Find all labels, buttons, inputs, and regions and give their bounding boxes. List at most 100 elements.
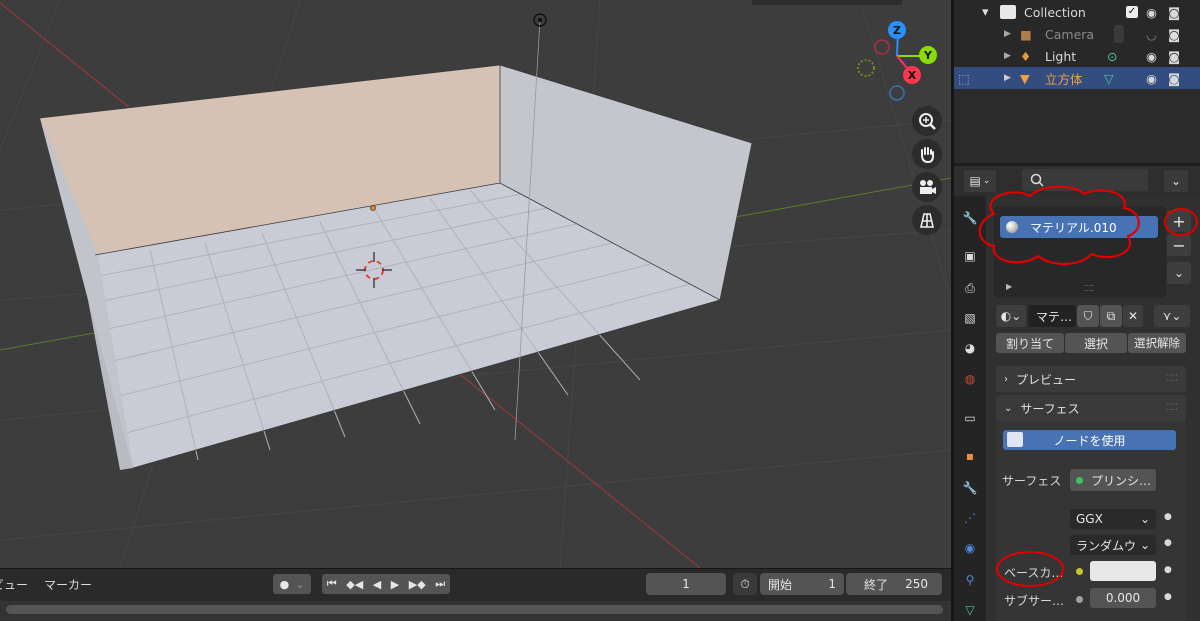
search-input[interactable] <box>1022 169 1148 191</box>
gizmo-y-ball[interactable]: Y <box>919 46 937 64</box>
physics-tab-icon[interactable]: ◉ <box>958 536 982 560</box>
jump-end-icon[interactable]: ⏭ <box>435 577 445 591</box>
chevron-down-icon: ⌄ <box>1139 538 1150 552</box>
add-material-slot-button[interactable]: + <box>1167 210 1191 232</box>
subsurface-value-field[interactable]: 0.000 <box>1090 588 1156 608</box>
stopwatch-icon[interactable]: ⏱ <box>733 573 757 595</box>
camera-render-icon[interactable]: ◙ <box>1168 49 1180 64</box>
browse-material-button[interactable]: ◐⌄ <box>996 305 1026 327</box>
surface-shader-field[interactable]: プリンシ… <box>1070 469 1156 491</box>
link-type-dropdown[interactable]: ⋎⌄ <box>1154 305 1190 327</box>
camera-render-icon[interactable]: ◙ <box>1168 27 1180 42</box>
3d-viewport[interactable]: Z Y X <box>0 0 951 568</box>
collection-tab-icon[interactable]: ▭ <box>958 406 982 430</box>
frame-end-value: 250 <box>905 577 928 591</box>
camera-render-icon[interactable]: ◙ <box>1168 5 1180 20</box>
resize-handle-icon[interactable]: ⁚⁚⁚⁚ <box>1084 284 1094 293</box>
frame-end-field[interactable]: 終了 250 <box>846 573 942 595</box>
play-icon[interactable]: ▶ <box>391 578 399 591</box>
camera-render-icon[interactable]: ◙ <box>1168 71 1180 86</box>
outliner-row-collection[interactable]: ▾ Collection ✓ ◉ ◙ <box>954 1 1200 23</box>
material-browse-icon: ◐⌄ <box>1000 309 1022 323</box>
render-tab-icon[interactable]: ▣ <box>958 244 982 268</box>
prev-keyframe-icon[interactable]: ◆◀ <box>346 578 363 591</box>
hand-pan-icon <box>921 147 934 163</box>
zoom-button[interactable] <box>912 106 942 136</box>
outliner-row-light[interactable]: ▶ ♦ Light ⊙ ◉ ◙ <box>954 45 1200 67</box>
eye-icon[interactable]: ◉ <box>1146 5 1157 20</box>
slot-specials-button[interactable]: ⌄ <box>1167 262 1191 284</box>
material-slot-list[interactable]: マテリアル.010 ▶ ⁚⁚⁚⁚ <box>994 206 1166 298</box>
play-reverse-icon[interactable]: ◀ <box>373 578 381 591</box>
drag-handle-icon[interactable]: ⁚⁚⁚⁚ <box>1167 374 1178 384</box>
constraint-tab-icon[interactable]: ⚲ <box>958 568 982 592</box>
next-keyframe-icon[interactable]: ▶◆ <box>409 578 426 591</box>
material-slot-item[interactable]: マテリアル.010 <box>1000 216 1158 238</box>
eye-closed-icon[interactable]: ◡ <box>1146 27 1157 42</box>
scene-canvas[interactable] <box>0 0 951 568</box>
duplicate-material-button[interactable]: ⧉ <box>1100 305 1122 327</box>
preview-panel-header[interactable]: › プレビュー ⁚⁚⁚⁚ <box>996 366 1186 392</box>
disclosure-open-icon[interactable]: ▾ <box>982 5 989 20</box>
distribution-dropdown[interactable]: GGX ⌄ <box>1070 509 1156 529</box>
record-icon: ● <box>279 577 290 591</box>
auto-keying-toggle[interactable]: ● ⌄ <box>273 574 311 594</box>
current-frame-field[interactable]: 1 <box>646 573 726 595</box>
disclosure-closed-icon[interactable]: ▶ <box>1004 73 1011 83</box>
value-socket-icon[interactable] <box>1076 596 1083 603</box>
editor-type-button[interactable]: ▤ ⌄ <box>964 170 996 192</box>
scene-tab-icon[interactable]: ◕ <box>958 336 982 360</box>
deselect-button[interactable]: 選択解除 <box>1128 333 1186 353</box>
frame-start-field[interactable]: 開始 1 <box>760 573 844 595</box>
timeline[interactable]: ビュー マーカー ●⌄ ⏮ ◆◀ ◀ ▶ ▶◆ ⏭ 1 ⏱ 開始 1 終了 25… <box>0 568 951 621</box>
tool-tab-icon[interactable]: 🔧 <box>958 206 982 230</box>
modifier-tab-icon[interactable]: 🔧 <box>958 476 982 500</box>
camera-object-icon: ■ <box>1020 26 1032 42</box>
world-tab-icon[interactable]: ◍ <box>958 367 982 391</box>
jump-start-icon[interactable]: ⏮ <box>327 577 337 591</box>
ortho-toggle-button[interactable] <box>912 205 942 235</box>
select-button[interactable]: 選択 <box>1065 333 1127 353</box>
preview-panel-title: プレビュー <box>1016 372 1077 387</box>
material-slot-label: マテリアル.010 <box>1030 220 1117 235</box>
timeline-scrollbar[interactable] <box>6 605 943 614</box>
remove-material-slot-button[interactable]: − <box>1167 234 1191 256</box>
outliner-row-camera[interactable]: ▶ ■ Camera ◡ ◙ <box>954 23 1200 45</box>
gizmo-x-ball[interactable]: X <box>903 66 921 84</box>
unlink-material-button[interactable]: ✕ <box>1123 305 1143 327</box>
use-nodes-button[interactable]: ノードを使用 <box>1003 430 1176 450</box>
output-tab-icon[interactable]: ⎙ <box>958 276 982 300</box>
outliner[interactable]: ▾ Collection ✓ ◉ ◙ ▶ ■ Camera ◡ ◙ ▶ ♦ Li… <box>954 0 1200 163</box>
camera-icon <box>920 180 936 194</box>
camera-view-button[interactable] <box>912 172 942 202</box>
subsurface-method-dropdown[interactable]: ランダムウ ⌄ <box>1070 535 1156 555</box>
disclosure-closed-icon[interactable]: ▶ <box>1004 51 1011 61</box>
outliner-row-cube[interactable]: ⬚ ▶ ▼ 立方体 ▽ ◉ ◙ <box>954 67 1200 89</box>
pan-button[interactable] <box>912 139 942 169</box>
options-dropdown[interactable]: ⌄ <box>1164 170 1188 192</box>
eye-icon[interactable]: ◉ <box>1146 71 1157 86</box>
object-tab-icon[interactable]: ▪ <box>958 444 982 468</box>
gizmo-z-ball[interactable]: Z <box>888 21 906 39</box>
surface-panel-header[interactable]: ⌄ サーフェス ⁚⁚⁚⁚ <box>996 395 1186 421</box>
view-layer-tab-icon[interactable]: ▧ <box>958 306 982 330</box>
eye-icon[interactable]: ◉ <box>1146 49 1157 64</box>
data-tab-icon[interactable]: ▽ <box>958 598 982 621</box>
timeline-marker-menu[interactable]: マーカー <box>44 576 92 593</box>
material-name-field[interactable]: マテ… <box>1028 305 1076 327</box>
color-socket-icon[interactable] <box>1076 568 1083 575</box>
shield-icon: ⛉ <box>1083 308 1093 323</box>
timeline-view-menu[interactable]: ビュー <box>0 576 28 593</box>
expand-arrow-icon[interactable]: ▶ <box>1006 282 1012 291</box>
base-color-swatch[interactable] <box>1090 561 1156 581</box>
mesh-object-icon: ▼ <box>1020 70 1030 86</box>
frame-end-label: 終了 <box>864 577 889 592</box>
drag-handle-icon[interactable]: ⁚⁚⁚⁚ <box>1167 403 1178 413</box>
fake-user-button[interactable]: ⛉ <box>1077 305 1099 327</box>
light-object-icon: ♦ <box>1020 48 1032 64</box>
assign-button[interactable]: 割り当て <box>996 333 1064 353</box>
disclosure-closed-icon[interactable]: ▶ <box>1004 29 1011 39</box>
grid-icon <box>919 213 935 228</box>
particles-tab-icon[interactable]: ⋰ <box>958 506 982 530</box>
checkbox-icon[interactable]: ✓ <box>1126 6 1138 18</box>
